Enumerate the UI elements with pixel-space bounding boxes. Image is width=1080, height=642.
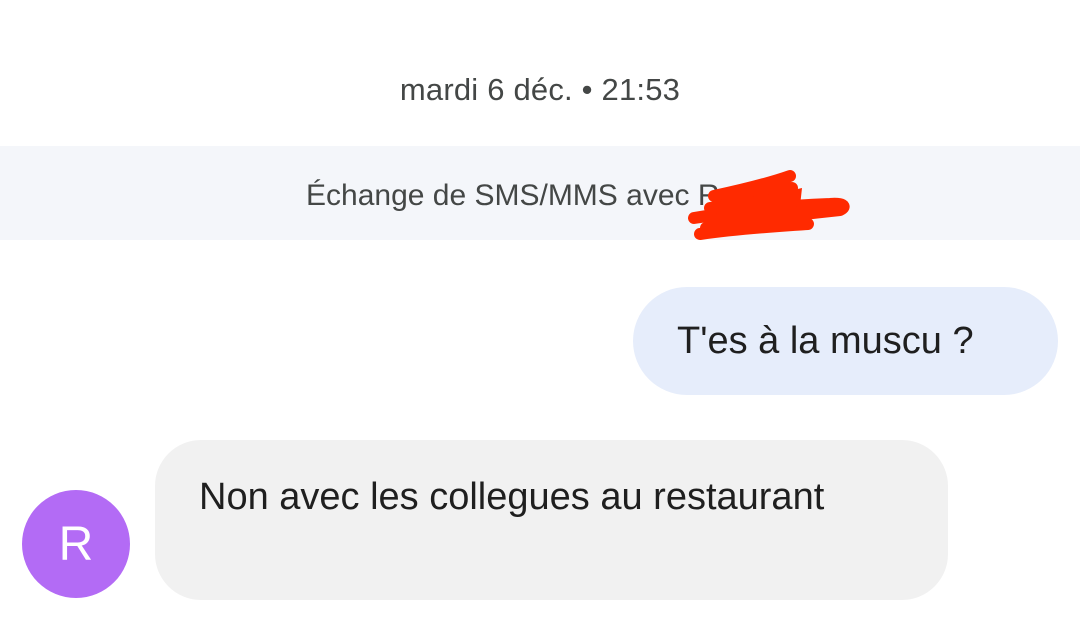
outgoing-message-bubble[interactable]: T'es à la muscu ? bbox=[633, 287, 1058, 395]
outgoing-message-text: T'es à la muscu ? bbox=[677, 319, 974, 362]
incoming-message-text: Non avec les collegues au restaurant bbox=[199, 476, 825, 518]
redaction-scribble-icon bbox=[688, 170, 850, 240]
avatar-initial: R bbox=[58, 517, 94, 571]
incoming-message-bubble[interactable]: Non avec les collegues au restaurant bbox=[155, 440, 948, 600]
conversation-timestamp: mardi 6 déc. • 21:53 bbox=[399, 72, 681, 107]
sms-info-banner-text: Échange de SMS/MMS avec Roy... bbox=[306, 179, 774, 212]
contact-avatar[interactable]: R bbox=[22, 490, 130, 598]
